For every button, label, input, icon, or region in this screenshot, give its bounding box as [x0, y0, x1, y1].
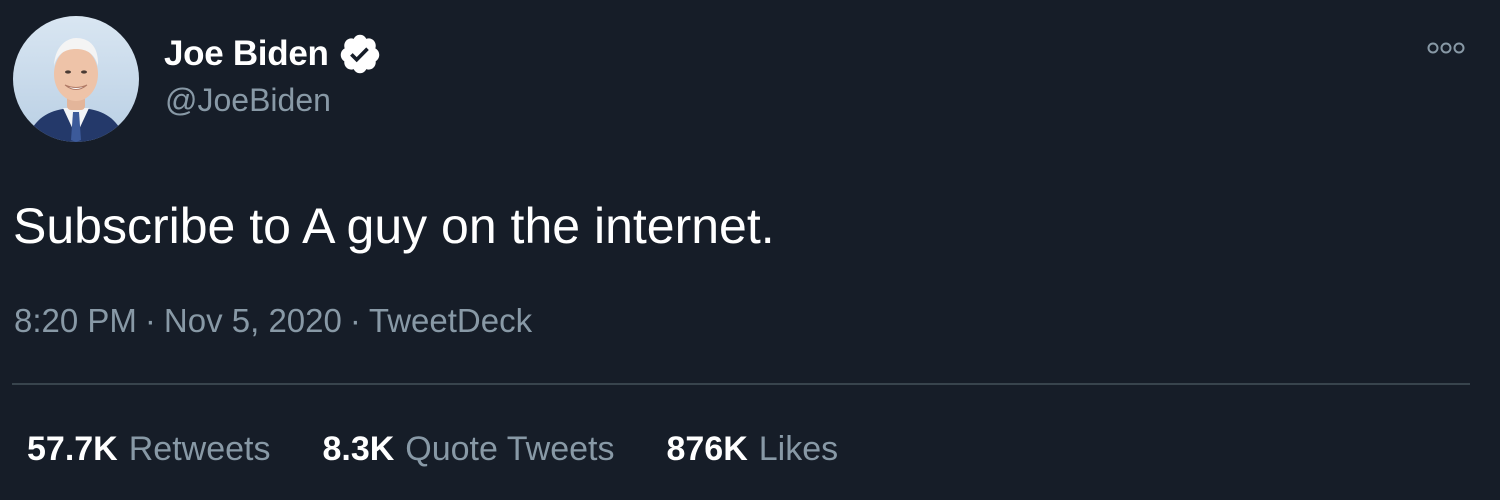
retweets-label: Retweets	[128, 430, 271, 468]
avatar[interactable]	[13, 16, 139, 142]
tweet-stats: 57.7K Retweets 8.3K Quote Tweets 876K Li…	[27, 430, 890, 469]
retweets-count: 57.7K	[27, 430, 118, 468]
quote-tweets-stat[interactable]: 8.3K Quote Tweets	[322, 430, 614, 469]
tweet-meta: 8:20 PM · Nov 5, 2020 · TweetDeck	[14, 302, 532, 340]
tweet-time[interactable]: 8:20 PM	[14, 302, 137, 339]
verified-badge-icon	[338, 32, 382, 76]
meta-separator: ·	[349, 302, 361, 339]
meta-separator: ·	[144, 302, 156, 339]
retweets-stat[interactable]: 57.7K Retweets	[27, 430, 270, 469]
likes-stat[interactable]: 876K Likes	[666, 430, 838, 469]
likes-count: 876K	[666, 430, 748, 468]
more-options-icon[interactable]	[1420, 36, 1472, 60]
quote-tweets-label: Quote Tweets	[405, 430, 615, 468]
tweet-text: Subscribe to A guy on the internet.	[13, 198, 775, 254]
tweet-date[interactable]: Nov 5, 2020	[164, 302, 342, 339]
avatar-image	[13, 16, 139, 142]
tweet-card: Joe Biden @JoeBiden Subscribe to A guy o…	[0, 0, 1500, 500]
author-name-row[interactable]: Joe Biden	[164, 32, 382, 76]
author-handle[interactable]: @JoeBiden	[165, 82, 331, 119]
author-display-name[interactable]: Joe Biden	[164, 34, 329, 74]
divider	[12, 383, 1470, 385]
likes-label: Likes	[758, 430, 839, 468]
quote-tweets-count: 8.3K	[322, 430, 395, 468]
tweet-source[interactable]: TweetDeck	[369, 302, 532, 339]
